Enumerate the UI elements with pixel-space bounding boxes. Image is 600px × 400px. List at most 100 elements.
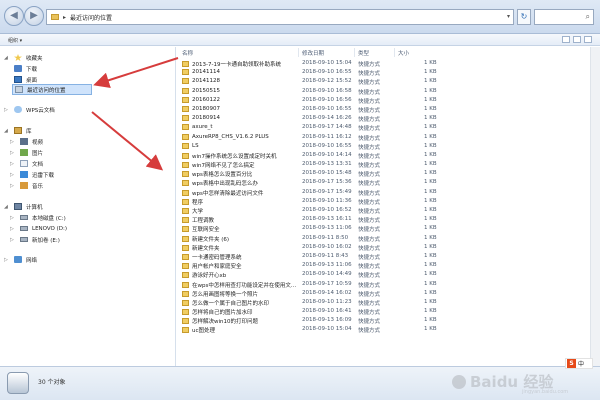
file-row[interactable]: 怎样解决win10的打印问题 2018-09-13 16:09 快捷方式 1 KB	[178, 316, 590, 325]
sidebar-item-drive-e[interactable]: ▷ 新加卷 (E:)	[10, 234, 60, 245]
chevron-down-icon[interactable]: ▾	[507, 13, 510, 20]
file-row[interactable]: 大学 2018-09-10 16:52 快捷方式 1 KB	[178, 206, 590, 215]
expand-icon[interactable]: ▷	[4, 107, 10, 113]
file-row[interactable]: 怎么做一个属于自己图片的水印 2018-09-10 11:23 快捷方式 1 KB	[178, 298, 590, 307]
address-bar[interactable]: ▸ 最近访问的位置 ▾	[46, 9, 514, 25]
column-header-date[interactable]: 修改日期	[302, 49, 324, 57]
sidebar-item-pictures[interactable]: ▷ 图片	[10, 147, 43, 158]
expand-icon[interactable]: ▷	[10, 150, 16, 156]
shortcut-folder-icon	[182, 253, 189, 260]
help-icon[interactable]	[584, 36, 592, 43]
file-row[interactable]: 用户帐户和家庭安全 2018-09-13 11:06 快捷方式 1 KB	[178, 261, 590, 270]
file-row[interactable]: 互联网安全 2018-09-13 11:06 快捷方式 1 KB	[178, 224, 590, 233]
expand-icon[interactable]: ▷	[10, 226, 16, 232]
sidebar-item-downloads[interactable]: 下载	[14, 63, 37, 74]
expand-icon[interactable]: ◢	[4, 55, 10, 61]
file-name: 在wps中怎样用查打功能设定并在使用文...	[192, 282, 297, 289]
expand-icon[interactable]: ▷	[10, 161, 16, 167]
file-type: 快捷方式	[358, 107, 381, 114]
file-name: 2013-7-19一卡通自助领取补助系统	[192, 62, 281, 68]
file-row[interactable]: 程序 2018-09-10 11:36 快捷方式 1 KB	[178, 197, 590, 206]
sidebar-item-drive-c[interactable]: ▷ 本地磁盘 (C:)	[10, 212, 66, 223]
sidebar-item-wps-cloud[interactable]: ▷ WPS云文档	[4, 104, 55, 115]
file-row[interactable]: 20180914 2018-09-14 16:26 快捷方式 1 KB	[178, 114, 590, 123]
expand-icon[interactable]: ▷	[4, 257, 10, 263]
column-header-type[interactable]: 类型	[358, 49, 369, 57]
file-row[interactable]: win7操作系统怎么设置成定时关机 2018-09-10 14:14 快捷方式 1 K…	[178, 151, 590, 160]
column-header-name[interactable]: 名称	[182, 49, 193, 57]
view-options-icon[interactable]	[562, 36, 570, 43]
file-row[interactable]: wps表格怎么设置百分比 2018-09-10 15:48 快捷方式 1 KB	[178, 169, 590, 178]
file-row[interactable]: 20160122 2018-09-10 16:56 快捷方式 1 KB	[178, 96, 590, 105]
file-name-cell: 工程调教	[182, 216, 214, 224]
sidebar-item-thunder-downloads[interactable]: ▷ 迅雷下载	[10, 169, 54, 180]
expand-icon[interactable]: ▷	[10, 237, 16, 243]
file-name: 20180907	[192, 105, 220, 112]
sidebar-item-computer[interactable]: ◢ 计算机	[4, 201, 43, 212]
file-date: 2018-09-10 15:04	[302, 60, 352, 66]
file-row[interactable]: LS 2018-09-10 16:55 快捷方式 1 KB	[178, 142, 590, 151]
file-row[interactable]: wps表格中出现乱码怎么办 2018-09-17 15:36 快捷方式 1 KB	[178, 178, 590, 187]
expand-icon[interactable]: ◢	[4, 204, 10, 210]
file-size: 1 KB	[424, 96, 437, 103]
sidebar-item-libraries[interactable]: ◢ 库	[4, 125, 32, 136]
file-type: 快捷方式	[358, 153, 381, 160]
sidebar-item-network[interactable]: ▷ 网络	[4, 254, 37, 265]
forward-button[interactable]: ▶	[24, 6, 44, 26]
expand-icon[interactable]: ▷	[10, 172, 16, 178]
sidebar-item-music[interactable]: ▷ 音乐	[10, 180, 43, 191]
sidebar-item-documents[interactable]: ▷ 文档	[10, 158, 43, 169]
file-row[interactable]: 20180907 2018-09-10 16:55 快捷方式 1 KB	[178, 105, 590, 114]
file-size: 1 KB	[424, 124, 437, 131]
file-row[interactable]: uc图处理 2018-09-10 15:04 快捷方式 1 KB	[178, 325, 590, 334]
file-row[interactable]: wps中怎样清除最近访问文件 2018-09-17 15:49 快捷方式 1 KB	[178, 188, 590, 197]
column-divider[interactable]	[394, 48, 395, 57]
file-row[interactable]: 游泳好开心xb 2018-09-10 14:49 快捷方式 1 KB	[178, 270, 590, 279]
file-date: 2018-09-13 11:06	[302, 262, 352, 269]
sidebar-item-videos[interactable]: ▷ 视频	[10, 136, 43, 147]
ime-indicator[interactable]: S 中	[565, 358, 593, 369]
sidebar-label: 下载	[26, 66, 38, 73]
back-button[interactable]: ◀	[4, 6, 24, 26]
file-date: 2018-09-10 16:56	[302, 96, 352, 103]
file-row[interactable]: 在wps中怎样用查打功能设定并在使用文... 2018-09-17 10:59 快捷…	[178, 280, 590, 289]
expand-icon[interactable]: ▷	[10, 215, 16, 221]
vertical-scrollbar[interactable]	[590, 47, 600, 366]
sidebar-item-recent-places[interactable]: 最近访问的位置	[12, 84, 92, 95]
file-row[interactable]: 工程调教 2018-09-13 16:11 快捷方式 1 KB	[178, 215, 590, 224]
file-row[interactable]: 20141114 2018-09-10 16:55 快捷方式 1 KB	[178, 68, 590, 77]
refresh-icon[interactable]: ↻	[517, 9, 531, 25]
column-header-size[interactable]: 大小	[398, 49, 409, 57]
file-row[interactable]: 2013-7-19一卡通自助领取补助系统 2018-09-10 15:04 快捷方式…	[178, 59, 590, 68]
file-type: 快捷方式	[358, 209, 381, 215]
file-row[interactable]: 20150515 2018-09-10 16:58 快捷方式 1 KB	[178, 87, 590, 96]
search-input[interactable]: ⌕	[534, 9, 594, 25]
file-name-cell: 怎么做一个属于自己图片的水印	[182, 299, 269, 307]
file-type: 快捷方式	[358, 135, 381, 142]
sidebar-item-drive-d[interactable]: ▷ LENOVO (D:)	[10, 223, 67, 234]
sidebar-item-favorites[interactable]: ◢ 收藏夹	[4, 52, 43, 63]
file-name: wps中怎样清除最近访问文件	[192, 190, 264, 197]
file-row[interactable]: 新建文件夹 2018-09-10 16:02 快捷方式 1 KB	[178, 243, 590, 252]
file-row[interactable]: 怎样将自己的图片加水印 2018-09-10 16:41 快捷方式 1 KB	[178, 307, 590, 316]
file-row[interactable]: AxureRP8_CHS_V1.6.2 PLUS 2018-09-11 16:12…	[178, 133, 590, 142]
column-divider[interactable]	[298, 48, 299, 57]
file-type: 快捷方式	[358, 291, 381, 298]
file-row[interactable]: 怎么用画图将等换一个照片 2018-09-14 16:02 快捷方式 1 KB	[178, 289, 590, 298]
breadcrumb[interactable]: 最近访问的位置	[70, 13, 112, 22]
shortcut-folder-icon	[182, 318, 189, 325]
file-name: 一卡通密码管理系统	[192, 254, 242, 261]
preview-pane-icon[interactable]	[573, 36, 581, 43]
expand-icon[interactable]: ◢	[4, 128, 10, 134]
file-row[interactable]: 20141128 2018-09-12 15:52 快捷方式 1 KB	[178, 77, 590, 86]
file-row[interactable]: win7网络不见了怎么搞定 2018-09-13 13:31 快捷方式 1 KB	[178, 160, 590, 169]
file-date: 2018-09-14 16:26	[302, 115, 352, 122]
file-size: 1 KB	[424, 271, 437, 278]
organize-button[interactable]: 组织 ▾	[8, 37, 22, 44]
file-row[interactable]: 新建文件夹 (6) 2018-09-11 8:50 快捷方式 1 KB	[178, 234, 590, 243]
expand-icon[interactable]: ▷	[10, 183, 16, 189]
file-row[interactable]: 一卡通密码管理系统 2018-09-11 8:43 快捷方式 1 KB	[178, 252, 590, 261]
expand-icon[interactable]: ▷	[10, 139, 16, 145]
file-row[interactable]: axure_t 2018-09-17 14:48 快捷方式 1 KB	[178, 123, 590, 132]
column-divider[interactable]	[354, 48, 355, 57]
